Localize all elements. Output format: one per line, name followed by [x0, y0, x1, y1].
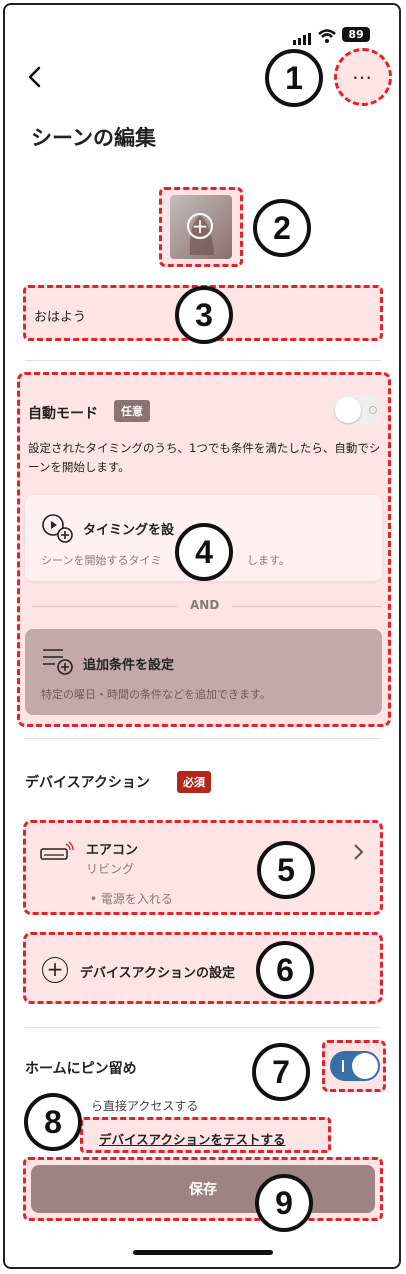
device-action-detail: • 電源を入れる: [90, 892, 173, 906]
save-label: 保存: [189, 1182, 217, 1198]
annotation-4: 4: [175, 523, 233, 581]
page-title: シーンの編集: [31, 126, 156, 150]
device-room: リビング: [86, 862, 135, 876]
and-divider-right: [232, 606, 382, 607]
divider: [25, 360, 381, 361]
device-action-title: デバイスアクション: [25, 775, 150, 791]
phone-screen: 89 ⋯ 1 シーンの編集 + 2 おはよう 3 自動モード 任意 設定されたタ…: [3, 3, 401, 1269]
timing-subtitle: シーンを開始するタイミ: [41, 554, 162, 567]
divider: [25, 1027, 381, 1028]
scene-image-picker[interactable]: +: [159, 187, 243, 267]
add-device-action-label: デバイスアクションの設定: [80, 966, 235, 981]
toggle-knob: [335, 397, 361, 423]
condition-list-icon: [41, 645, 77, 677]
timing-icon: [41, 513, 75, 543]
auto-mode-title: 自動モード: [28, 406, 98, 422]
scene-image: +: [170, 195, 232, 259]
required-badge: 必須: [177, 771, 211, 793]
pin-title: ホームにピン留め: [25, 1061, 137, 1077]
timing-title: タイミングを設: [83, 523, 175, 538]
more-icon: ⋯: [352, 65, 374, 89]
condition-subtitle: 特定の曜日・時間の条件などを追加できます。: [41, 688, 271, 701]
pin-toggle-highlight: [322, 1040, 386, 1092]
auto-mode-description: 設定されたタイミングのうち、1つでも条件を満たしたら、自動でシーンを開始します。: [28, 441, 381, 474]
annotation-1: 1: [265, 49, 323, 107]
auto-mode-toggle[interactable]: [333, 395, 383, 425]
annotation-9: 9: [255, 1174, 313, 1232]
chevron-right-icon: [352, 843, 364, 861]
condition-title: 追加条件を設定: [83, 658, 175, 673]
annotation-7: 7: [252, 1043, 310, 1101]
toggle-off-mark: [369, 406, 377, 414]
battery-level: 89: [348, 28, 364, 41]
annotation-2: 2: [253, 199, 311, 257]
and-label: AND: [190, 598, 220, 612]
optional-badge: 任意: [114, 400, 150, 422]
add-image-icon: +: [187, 213, 213, 239]
test-device-action-link[interactable]: デバイスアクションをテストする: [99, 1129, 286, 1148]
back-icon[interactable]: [25, 65, 45, 89]
test-link-highlight: デバイスアクションをテストする: [80, 1117, 331, 1153]
save-button[interactable]: 保存: [31, 1165, 375, 1213]
toggle-knob: [352, 1053, 378, 1079]
annotation-8: 8: [24, 1093, 82, 1151]
annotation-5: 5: [257, 841, 315, 899]
device-name: エアコン: [86, 843, 139, 858]
add-circle-icon: +: [42, 957, 68, 983]
divider: [25, 738, 381, 739]
add-device-action-button[interactable]: + デバイスアクションの設定: [23, 932, 383, 1004]
pin-subtitle: ら直接アクセスする: [91, 1099, 199, 1113]
save-button-highlight: 保存: [23, 1157, 383, 1221]
add-condition-card[interactable]: 追加条件を設定 特定の曜日・時間の条件などを追加できます。: [25, 629, 382, 715]
wifi-icon: [318, 28, 336, 43]
more-menu-button[interactable]: ⋯: [334, 48, 392, 106]
signal-icon: [293, 30, 313, 45]
battery-indicator: 89: [342, 27, 370, 42]
toggle-on-mark: [342, 1060, 344, 1072]
air-conditioner-icon: [40, 841, 74, 865]
home-indicator: [133, 1250, 273, 1255]
device-action-card[interactable]: エアコン リビング • 電源を入れる: [23, 820, 383, 915]
annotation-6: 6: [256, 941, 314, 999]
timing-subtitle-tail: します。: [247, 554, 290, 567]
and-divider-left: [32, 606, 177, 607]
scene-name-value: おはよう: [34, 310, 87, 325]
pin-toggle[interactable]: [330, 1051, 380, 1081]
annotation-3: 3: [175, 286, 233, 344]
